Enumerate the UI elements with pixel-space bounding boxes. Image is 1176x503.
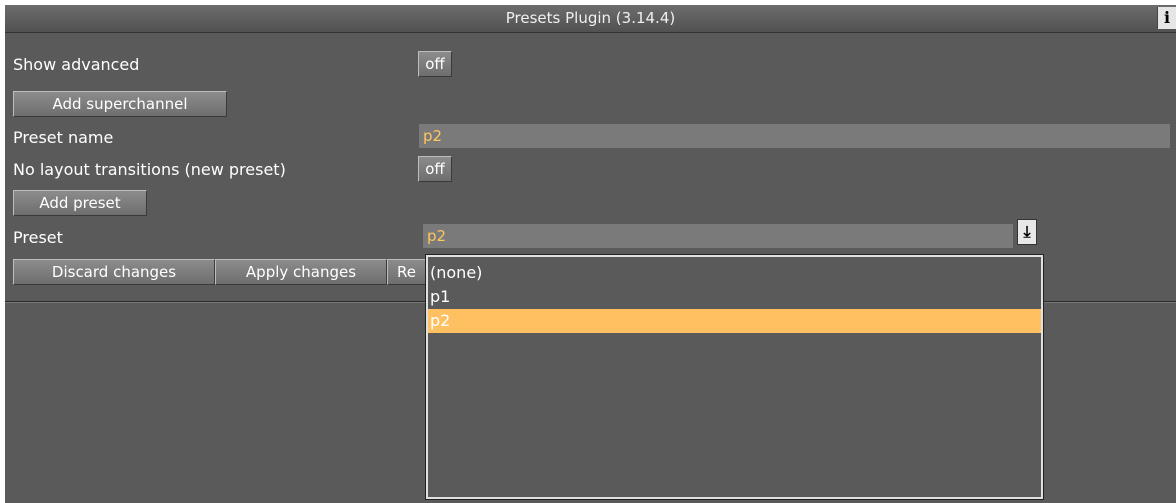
info-icon[interactable]: i: [1157, 7, 1176, 29]
preset-name-input[interactable]: p2: [419, 124, 1170, 148]
discard-changes-button[interactable]: Discard changes: [13, 259, 215, 285]
add-superchannel-button[interactable]: Add superchannel: [13, 91, 227, 117]
show-advanced-toggle[interactable]: off: [418, 51, 452, 77]
preset-option-p1[interactable]: p1: [428, 285, 1041, 309]
partial-action-button[interactable]: Re: [387, 259, 429, 285]
title-bar: Presets Plugin (3.14.4) i: [5, 5, 1176, 33]
show-advanced-label: Show advanced: [13, 55, 140, 74]
preset-dropdown-list: (none) p1 p2: [426, 255, 1043, 499]
preset-select[interactable]: p2: [423, 224, 1013, 248]
preset-option-none[interactable]: (none): [428, 261, 1041, 285]
panel-title: Presets Plugin (3.14.4): [505, 9, 676, 27]
down-arrow-icon[interactable]: ⤓: [1017, 219, 1037, 245]
presets-plugin-panel: Presets Plugin (3.14.4) i Show advanced …: [5, 5, 1176, 503]
add-preset-button[interactable]: Add preset: [13, 190, 147, 216]
preset-name-label: Preset name: [13, 128, 114, 147]
preset-option-p2[interactable]: p2: [428, 309, 1041, 333]
apply-changes-button[interactable]: Apply changes: [215, 259, 387, 285]
no-layout-transitions-label: No layout transitions (new preset): [13, 160, 286, 179]
preset-label: Preset: [13, 228, 63, 247]
no-layout-transitions-toggle[interactable]: off: [418, 156, 452, 182]
